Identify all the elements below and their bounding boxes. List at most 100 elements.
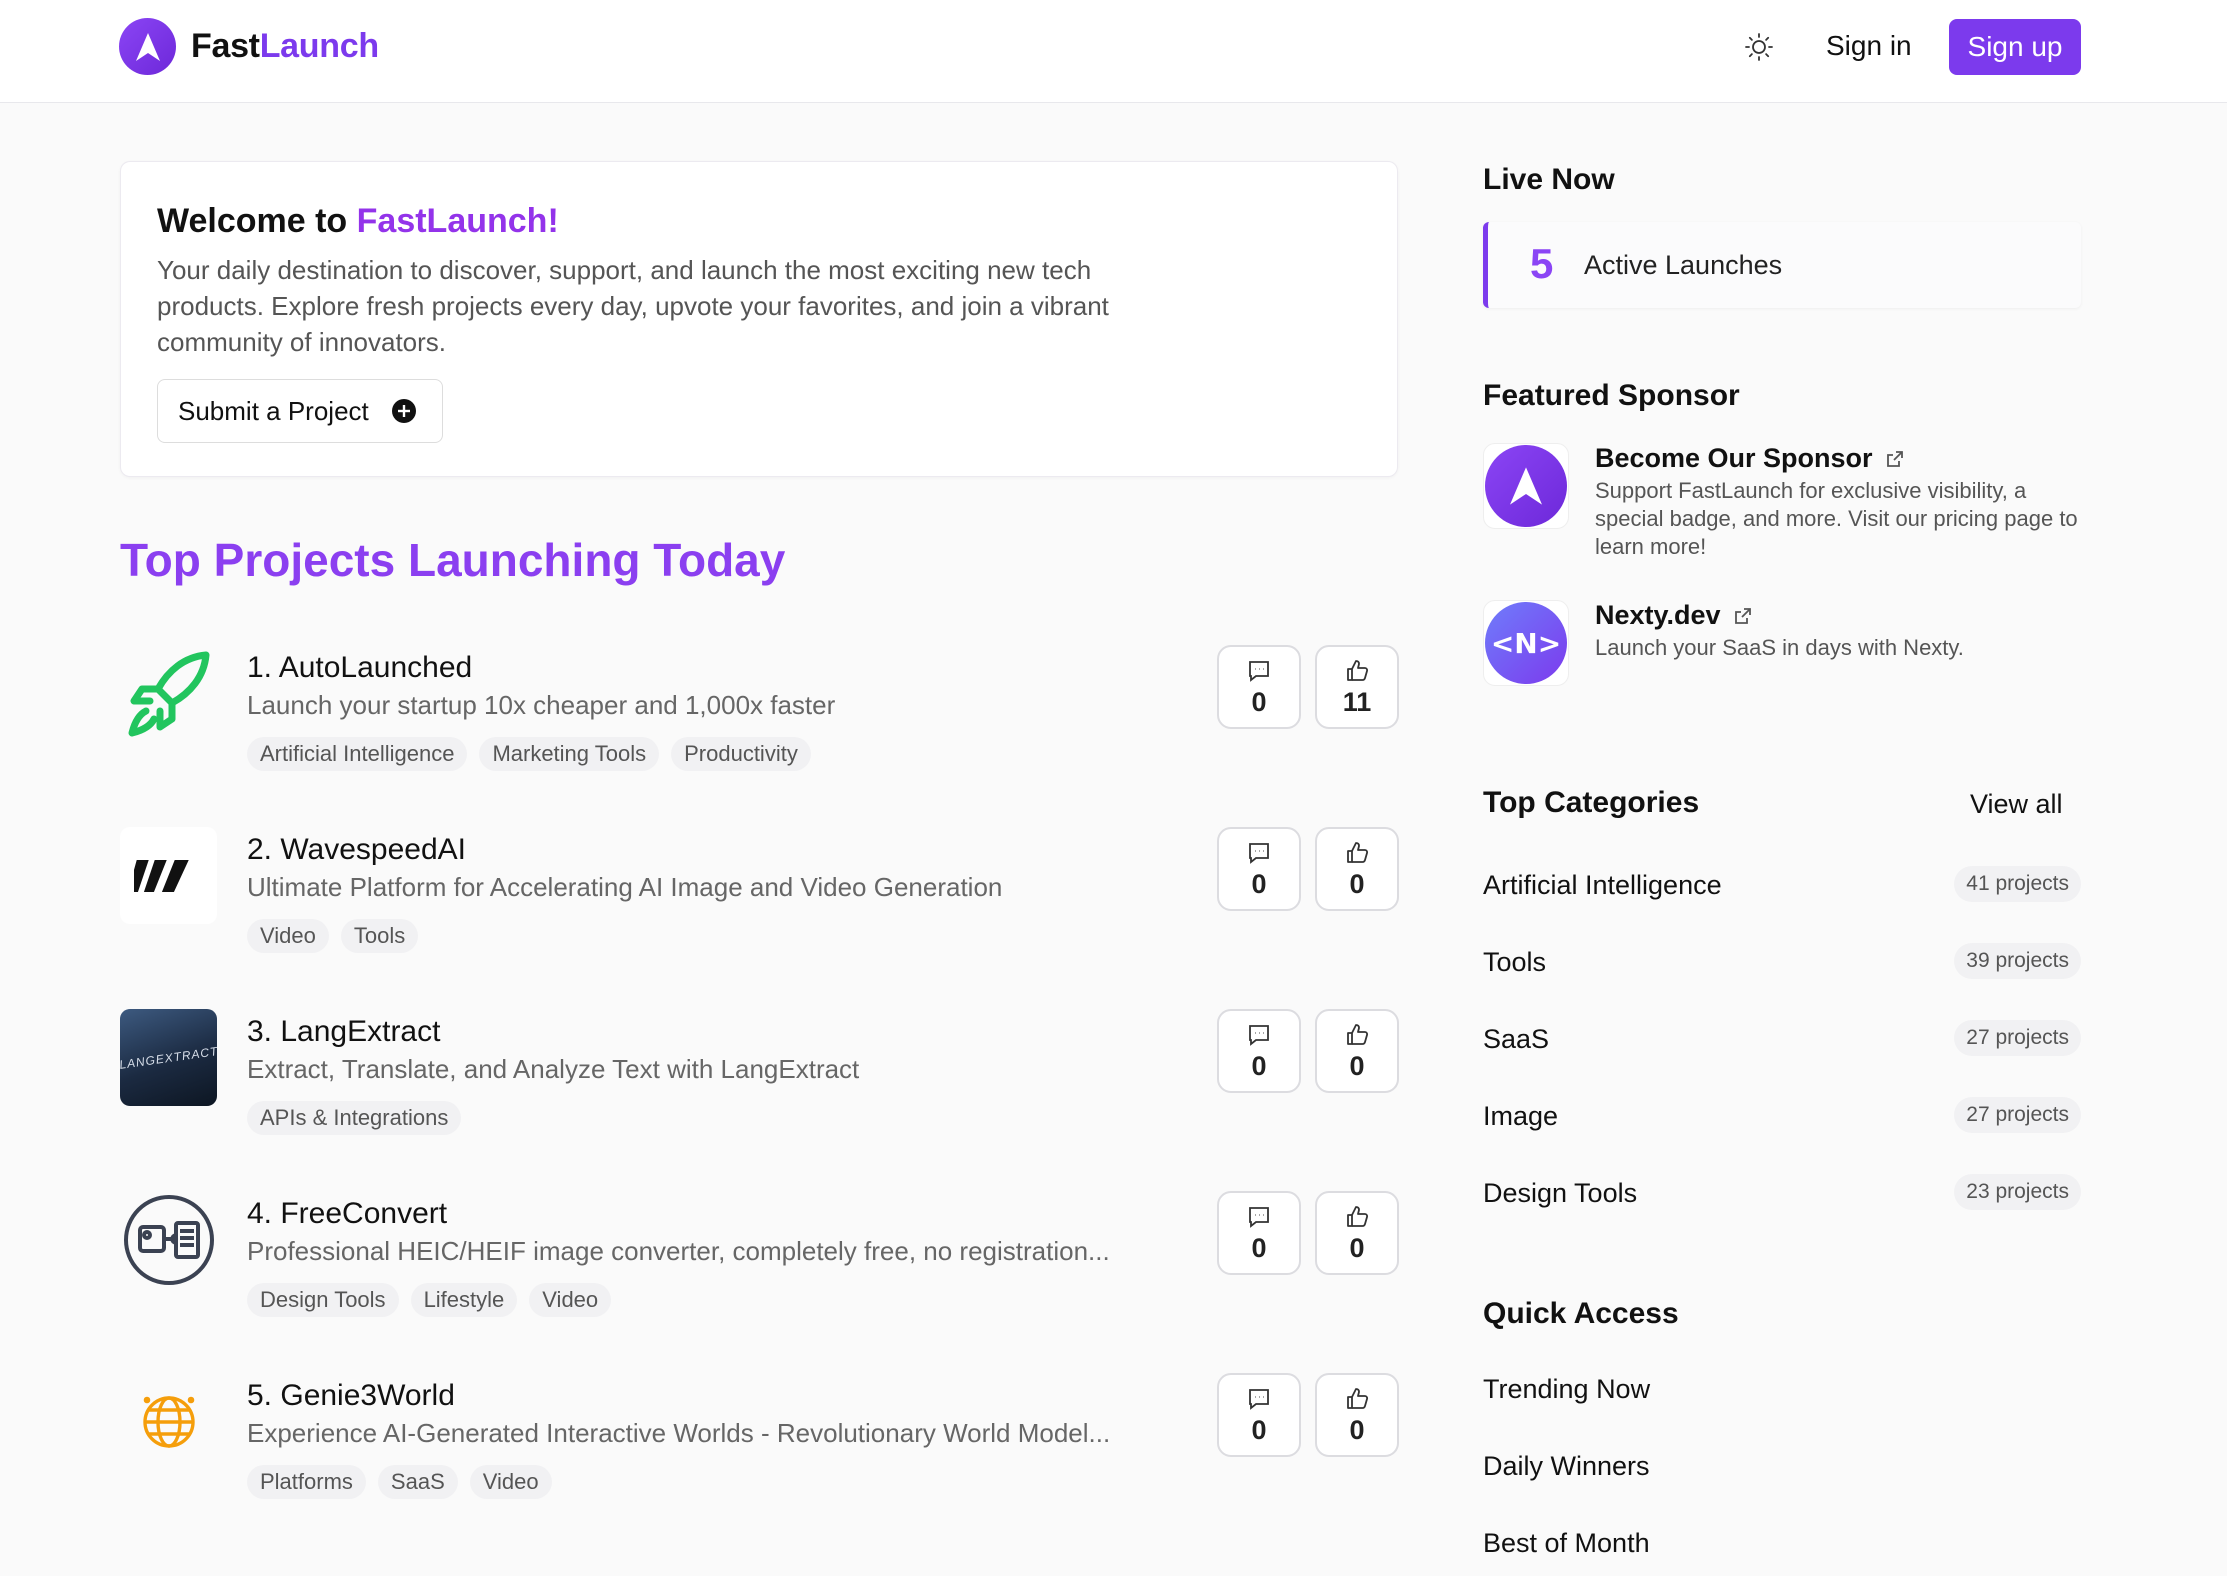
category-name: SaaS — [1483, 1024, 1550, 1054]
category-count: 41 projects — [1954, 866, 2081, 902]
project-row[interactable]: 4. FreeConvert Professional HEIC/HEIF im… — [120, 1191, 1399, 1331]
tag[interactable]: Design Tools — [247, 1283, 399, 1317]
section-title: Top Projects Launching Today — [120, 534, 786, 586]
external-link-icon — [1886, 450, 1903, 467]
project-row[interactable]: 1. AutoLaunched Launch your startup 10x … — [120, 645, 1399, 785]
project-description: Ultimate Platform for Accelerating AI Im… — [247, 872, 1003, 902]
active-launch-label: Active Launches — [1584, 250, 1783, 280]
sponsor-name[interactable]: Become Our Sponsor — [1595, 443, 1905, 474]
quick-access-daily-winners[interactable]: Daily Winners — [1483, 1451, 1650, 1482]
comment-button[interactable]: 0 — [1217, 827, 1301, 911]
tag[interactable]: Tools — [340, 919, 419, 953]
tag[interactable]: Platforms — [247, 1465, 366, 1499]
project-row[interactable]: LANGEXTRACT 3. LangExtract Extract, Tran… — [120, 1009, 1399, 1149]
brand-name: FastLaunch — [191, 27, 379, 65]
sponsor-name-text: Become Our Sponsor — [1595, 443, 1873, 473]
external-link-icon — [1734, 607, 1751, 624]
langextract-logo-text: LANGEXTRACT — [120, 1043, 217, 1072]
tag[interactable]: Marketing Tools — [479, 737, 660, 771]
project-row[interactable]: 5. Genie3World Experience AI-Generated I… — [120, 1373, 1399, 1513]
category-count: 27 projects — [1954, 1020, 2081, 1056]
category-name: Design Tools — [1483, 1178, 1638, 1208]
quick-access-best-of-month[interactable]: Best of Month — [1483, 1528, 1650, 1559]
tag[interactable]: Video — [247, 919, 329, 953]
rocket-icon — [120, 645, 217, 742]
live-now-card[interactable]: 5 Active Launches — [1483, 222, 2081, 308]
category-item[interactable]: Tools 39 projects — [1483, 943, 2081, 983]
live-now-heading: Live Now — [1483, 163, 1615, 196]
tag[interactable]: Lifestyle — [410, 1283, 518, 1317]
upvote-button[interactable]: 0 — [1315, 1009, 1399, 1093]
upvote-button[interactable]: 0 — [1315, 1191, 1399, 1275]
top-navbar: FastLaunch Sign in Sign up — [0, 0, 2227, 103]
comment-button[interactable]: 0 — [1217, 645, 1301, 729]
view-all-link[interactable]: View all — [1970, 789, 2063, 820]
project-name[interactable]: 5. Genie3World — [247, 1379, 455, 1413]
quick-access-trending[interactable]: Trending Now — [1483, 1374, 1650, 1405]
featured-sponsor-heading: Featured Sponsor — [1483, 379, 1740, 412]
comment-icon — [1249, 1025, 1269, 1046]
comment-button[interactable]: 0 — [1217, 1009, 1301, 1093]
project-description: Experience AI-Generated Interactive Worl… — [247, 1418, 1111, 1448]
upvote-button[interactable]: 11 — [1315, 645, 1399, 729]
submit-project-label: Submit a Project — [178, 395, 369, 426]
category-count: 23 projects — [1954, 1174, 2081, 1210]
sponsor-name-text: Nexty.dev — [1595, 600, 1721, 630]
thumbs-up-icon — [1347, 1024, 1369, 1045]
thumbs-up-icon — [1347, 1388, 1369, 1409]
sign-in-link[interactable]: Sign in — [1826, 30, 1912, 62]
project-name[interactable]: 1. AutoLaunched — [247, 651, 472, 685]
upvote-count: 0 — [1349, 869, 1365, 899]
fastlaunch-logo — [1483, 443, 1569, 529]
category-name: Image — [1483, 1101, 1559, 1131]
tag[interactable]: Productivity — [671, 737, 811, 771]
sponsor-item[interactable]: <N> Nexty.dev Launch your SaaS in days w… — [1483, 600, 2083, 690]
category-count: 27 projects — [1954, 1097, 2081, 1133]
project-name[interactable]: 2. WavespeedAI — [247, 833, 466, 867]
comment-button[interactable]: 0 — [1217, 1373, 1301, 1457]
upvote-button[interactable]: 0 — [1315, 827, 1399, 911]
sponsor-name[interactable]: Nexty.dev — [1595, 600, 1753, 631]
sponsor-description: Launch your SaaS in days with Nexty. — [1595, 635, 1964, 660]
convert-icon — [120, 1191, 217, 1288]
upvote-count: 0 — [1349, 1051, 1365, 1081]
comment-button[interactable]: 0 — [1217, 1191, 1301, 1275]
submit-project-button[interactable]: Submit a Project — [157, 379, 443, 443]
tag[interactable]: APIs & Integrations — [247, 1101, 462, 1135]
project-tags: APIs & Integrations — [247, 1101, 462, 1135]
top-categories-heading: Top Categories — [1483, 786, 1700, 819]
welcome-card: Welcome to FastLaunch! Your daily destin… — [120, 161, 1398, 477]
quick-access-heading: Quick Access — [1483, 1297, 1679, 1330]
tag[interactable]: SaaS — [377, 1465, 458, 1499]
langextract-logo: LANGEXTRACT — [120, 1009, 217, 1106]
project-name[interactable]: 4. FreeConvert — [247, 1197, 447, 1231]
brand-logo[interactable]: FastLaunch — [119, 18, 379, 75]
category-name: Artificial Intelligence — [1483, 870, 1722, 900]
sun-icon[interactable] — [1744, 32, 1774, 62]
sponsor-item[interactable]: Become Our Sponsor Support FastLaunch fo… — [1483, 443, 2083, 563]
project-tags: Video Tools — [247, 919, 419, 953]
sign-up-button[interactable]: Sign up — [1949, 19, 2081, 75]
comment-icon — [1249, 1389, 1269, 1410]
tag[interactable]: Video — [529, 1283, 612, 1317]
project-description: Launch your startup 10x cheaper and 1,00… — [247, 690, 836, 720]
comment-count: 0 — [1251, 1051, 1267, 1081]
category-item[interactable]: Artificial Intelligence 41 projects — [1483, 866, 2081, 906]
upvote-button[interactable]: 0 — [1315, 1373, 1399, 1457]
project-description: Professional HEIC/HEIF image converter, … — [247, 1236, 1110, 1266]
category-item[interactable]: Design Tools 23 projects — [1483, 1174, 2081, 1214]
comment-icon — [1249, 1207, 1269, 1228]
category-item[interactable]: Image 27 projects — [1483, 1097, 2081, 1137]
upvote-count: 11 — [1342, 687, 1372, 717]
globe-icon — [120, 1373, 217, 1470]
tag[interactable]: Artificial Intelligence — [247, 737, 468, 771]
project-tags: Artificial Intelligence Marketing Tools … — [247, 737, 811, 771]
project-name[interactable]: 3. LangExtract — [247, 1015, 440, 1049]
category-item[interactable]: SaaS 27 projects — [1483, 1020, 2081, 1060]
upvote-count: 0 — [1349, 1233, 1365, 1263]
wavespeed-logo — [120, 827, 217, 924]
project-description: Extract, Translate, and Analyze Text wit… — [247, 1054, 860, 1084]
tag[interactable]: Video — [469, 1465, 552, 1499]
project-row[interactable]: 2. WavespeedAI Ultimate Platform for Acc… — [120, 827, 1399, 967]
category-count: 39 projects — [1954, 943, 2081, 979]
